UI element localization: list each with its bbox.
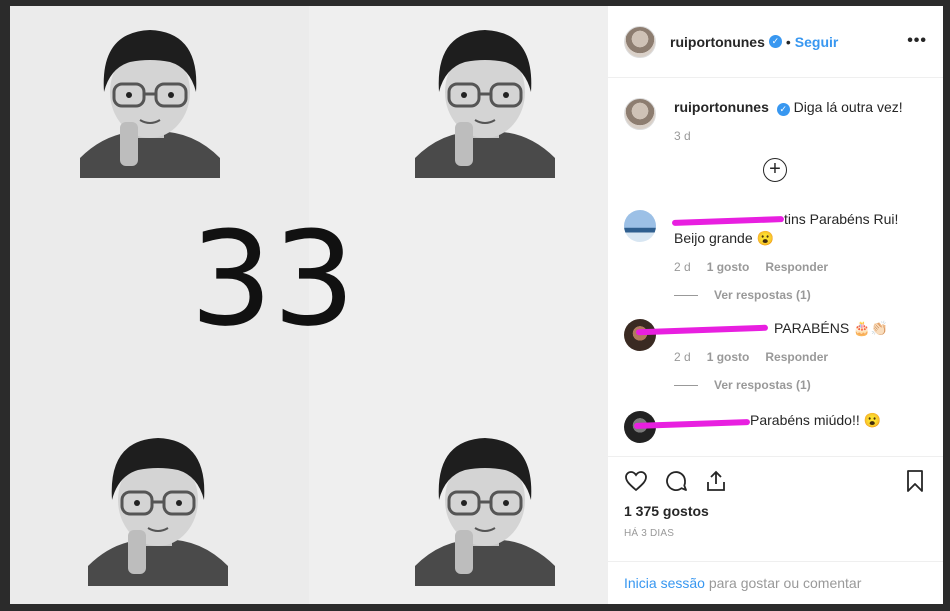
login-link[interactable]: Inicia sessão — [624, 575, 705, 591]
comment-text: PARABÉNS 🎂👏🏻 — [774, 320, 888, 336]
reply-button[interactable]: Responder — [765, 348, 828, 367]
big-number: 33 — [190, 203, 355, 355]
comments-list[interactable]: ruiportonunes ✓ Diga lá outra vez! 3 d +… — [608, 79, 943, 456]
post-actions: 1 375 gostos HÁ 3 DIAS Inicia sessão par… — [608, 456, 943, 604]
follow-button[interactable]: Seguir — [795, 34, 839, 50]
likes-count[interactable]: 1 375 gostos — [624, 503, 709, 519]
window-frame: 33 ruiportonunes ✓ • Seguir ••• ruiporto… — [0, 0, 950, 611]
post-header: ruiportonunes ✓ • Seguir ••• — [608, 6, 943, 78]
replies-line — [674, 295, 698, 296]
more-options-icon[interactable]: ••• — [907, 32, 927, 50]
like-heart-icon[interactable] — [624, 469, 648, 493]
post-photo[interactable]: 33 — [10, 6, 608, 604]
comment-time[interactable]: 2 d — [674, 258, 691, 277]
comment-text: Parabéns miúdo!! 😮 — [750, 412, 882, 428]
photo-image: 33 — [10, 6, 608, 604]
comment-item: PARABÉNS 🎂👏🏻 2 d 1 gosto Responder Ver r… — [624, 319, 927, 395]
caption-username[interactable]: ruiportonunes — [674, 99, 769, 115]
post-date[interactable]: HÁ 3 DIAS — [624, 528, 674, 539]
caption-avatar[interactable] — [624, 98, 656, 130]
reply-button[interactable]: Responder — [765, 258, 828, 277]
bookmark-icon[interactable] — [903, 469, 927, 493]
login-prompt-text: para gostar ou comentar — [704, 575, 862, 591]
caption-text: Diga lá outra vez! — [793, 99, 903, 115]
separator-dot: • — [785, 33, 791, 50]
author-username[interactable]: ruiportonunes — [670, 34, 765, 50]
author-avatar[interactable] — [624, 25, 656, 58]
view-replies-label: Ver respostas (1) — [714, 288, 811, 302]
comment-item: tins Parabéns Rui! Beijo grande 😮 2 d 1 … — [624, 210, 927, 305]
login-prompt: Inicia sessão para gostar ou comentar — [608, 561, 943, 605]
view-replies-button[interactable]: Ver respostas (1) — [674, 376, 927, 395]
comment-likes[interactable]: 1 gosto — [707, 348, 750, 367]
caption: ruiportonunes ✓ Diga lá outra vez! 3 d — [624, 98, 927, 146]
load-more-comments-icon[interactable]: + — [763, 158, 787, 182]
verified-icon: ✓ — [768, 35, 782, 48]
comment-avatar[interactable] — [624, 210, 656, 242]
verified-icon: ✓ — [776, 103, 790, 116]
view-replies-button[interactable]: Ver respostas (1) — [674, 286, 927, 305]
comment-time[interactable]: 2 d — [674, 348, 691, 367]
comment-likes[interactable]: 1 gosto — [707, 258, 750, 277]
caption-time[interactable]: 3 d — [674, 127, 691, 146]
comment-bubble-icon[interactable] — [664, 469, 688, 493]
replies-line — [674, 385, 698, 386]
post-panel: ruiportonunes ✓ • Seguir ••• ruiportonun… — [608, 6, 943, 604]
comment-item: Parabéns miúdo!! 😮 — [624, 411, 927, 443]
view-replies-label: Ver respostas (1) — [714, 378, 811, 392]
share-icon[interactable] — [704, 469, 728, 493]
